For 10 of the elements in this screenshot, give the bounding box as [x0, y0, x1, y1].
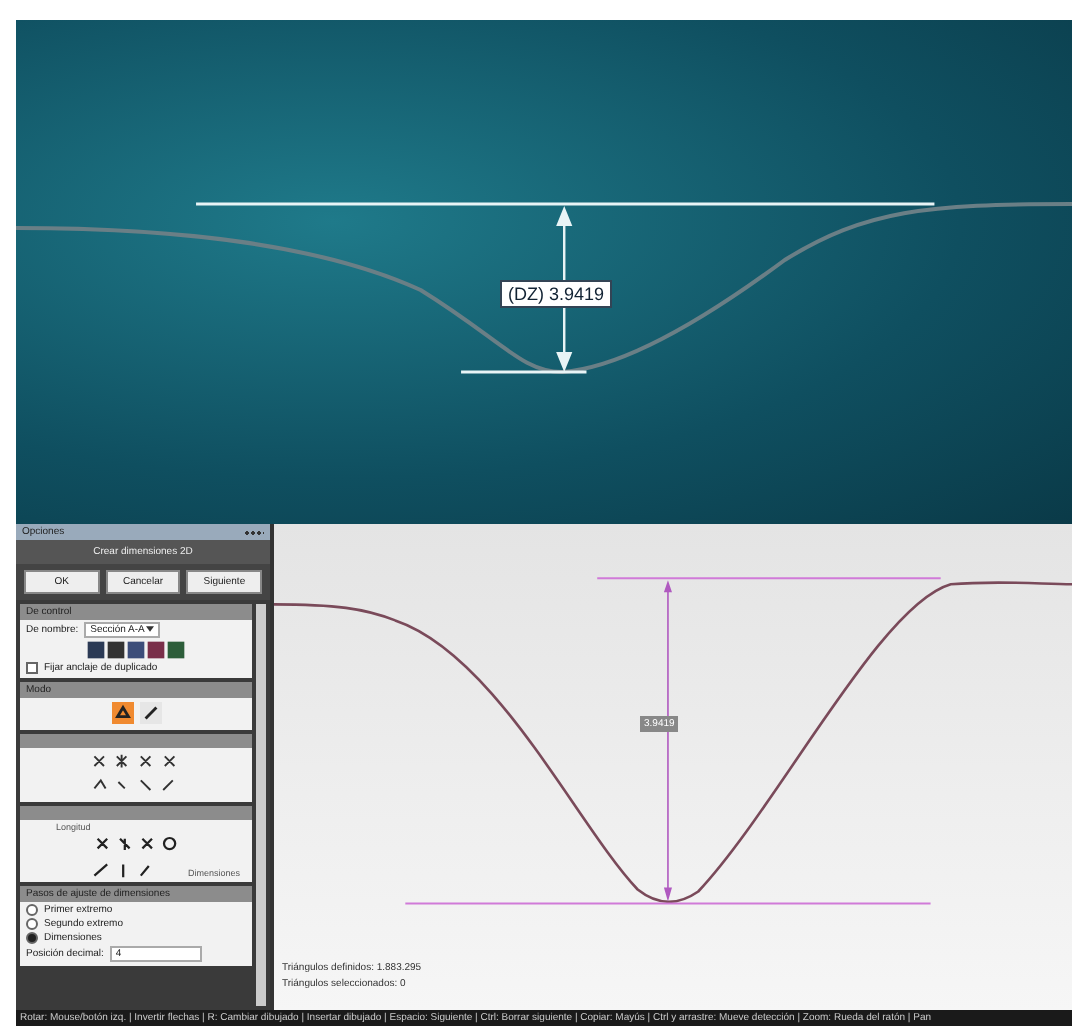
checkbox[interactable] — [26, 662, 38, 674]
radio-button[interactable] — [26, 932, 38, 944]
reference-line — [461, 370, 587, 374]
mode-button[interactable] — [111, 702, 133, 724]
mode-button[interactable] — [139, 702, 161, 724]
radio-button[interactable] — [26, 918, 38, 930]
radio-button[interactable] — [26, 904, 38, 916]
caret-icon — [146, 626, 155, 632]
view-icons[interactable] — [86, 640, 186, 660]
dimension-label: (DZ) 3.9419 — [500, 280, 613, 308]
